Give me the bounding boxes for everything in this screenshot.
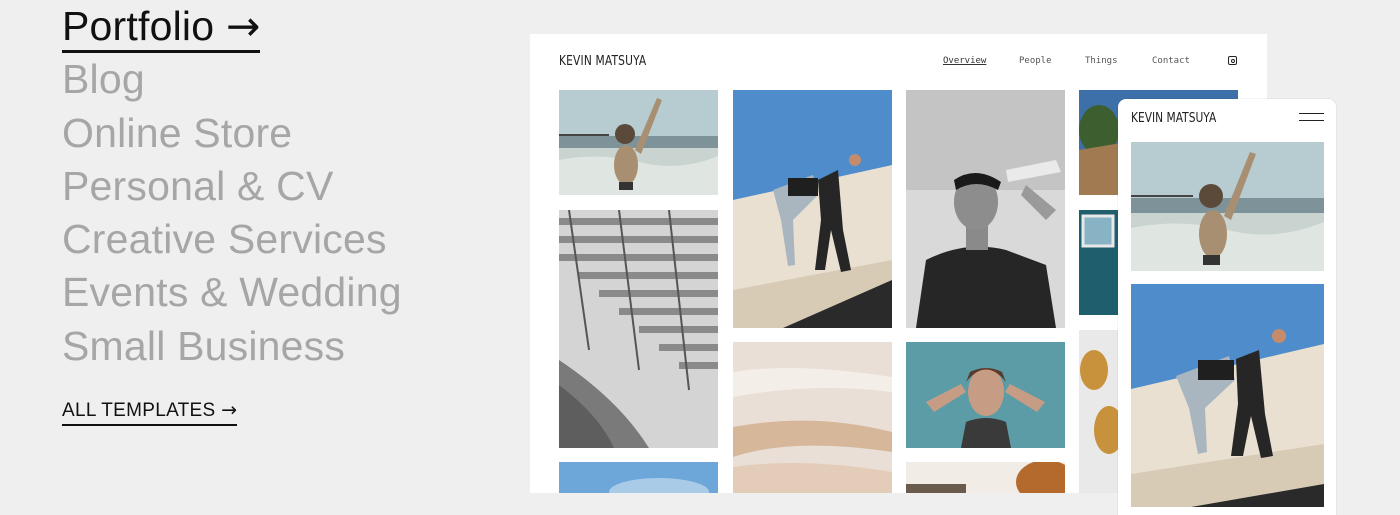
category-small-business[interactable]: Small Business (62, 320, 402, 373)
nav-things[interactable]: Things (1085, 56, 1118, 66)
category-label: Portfolio (62, 3, 215, 49)
hamburger-menu-icon[interactable] (1299, 113, 1324, 122)
mobile-site-title: KEVIN MATSUYA (1131, 111, 1217, 126)
template-category-list: Portfolio → Blog Online Store Personal &… (62, 0, 402, 373)
photo-water-bottle-portrait[interactable] (906, 90, 1065, 328)
photo-trees-partial[interactable] (906, 462, 1065, 493)
nav-contact[interactable]: Contact (1152, 56, 1190, 66)
photo-woman-hands-face[interactable] (906, 342, 1065, 448)
photo-bleachers[interactable] (559, 210, 718, 448)
photo-sky-blue[interactable] (559, 462, 718, 493)
category-events-wedding[interactable]: Events & Wedding (62, 266, 402, 319)
arrow-right-icon: → (221, 399, 238, 421)
all-templates-link[interactable]: ALL TEMPLATES → (62, 398, 238, 426)
mobile-template-preview[interactable]: KEVIN MATSUYA (1118, 99, 1336, 515)
photo-salt-terraces[interactable] (733, 342, 892, 493)
category-portfolio[interactable]: Portfolio → (62, 0, 402, 53)
mobile-photo-climbing-wall[interactable] (1131, 284, 1324, 507)
arrow-right-icon: → (225, 2, 261, 50)
all-templates-label: ALL TEMPLATES (62, 400, 216, 421)
mobile-photo-beach-splash[interactable] (1131, 142, 1324, 271)
category-blog[interactable]: Blog (62, 53, 402, 106)
photo-climbing-wall[interactable] (733, 90, 892, 328)
site-title: KEVIN MATSUYA (559, 54, 647, 69)
instagram-icon[interactable] (1228, 56, 1237, 65)
category-personal-cv[interactable]: Personal & CV (62, 160, 402, 213)
nav-people[interactable]: People (1019, 56, 1052, 66)
category-creative-services[interactable]: Creative Services (62, 213, 402, 266)
nav-overview[interactable]: Overview (943, 56, 986, 66)
category-online-store[interactable]: Online Store (62, 107, 402, 160)
photo-beach-splash[interactable] (559, 90, 718, 195)
